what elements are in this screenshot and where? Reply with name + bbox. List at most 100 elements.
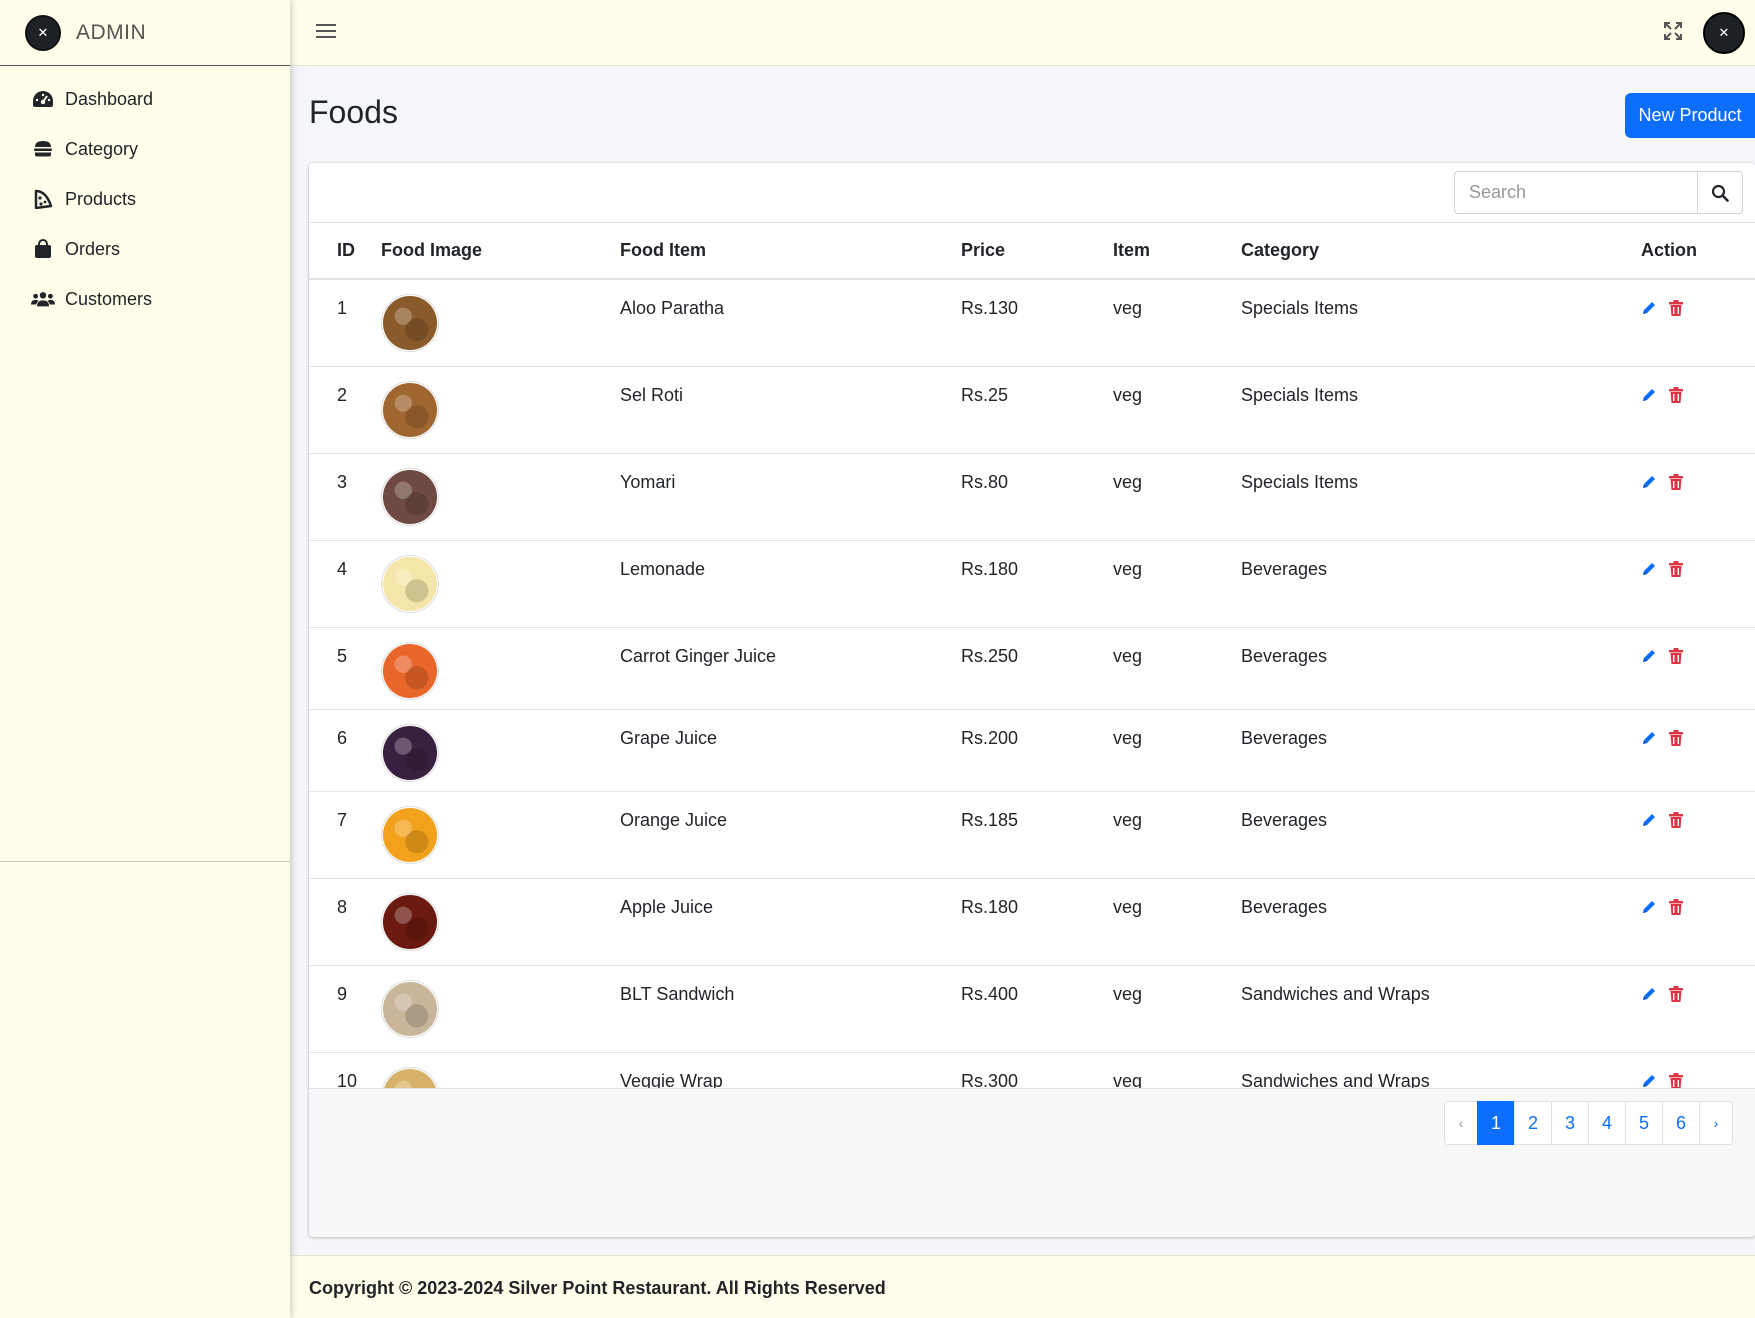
edit-icon[interactable] bbox=[1641, 730, 1657, 746]
sidebar-divider bbox=[0, 861, 290, 862]
pagination-prev[interactable]: ‹ bbox=[1444, 1101, 1478, 1145]
delete-icon[interactable] bbox=[1669, 811, 1685, 828]
cell-category: Beverages bbox=[1241, 626, 1641, 709]
cell-id: 9 bbox=[309, 964, 381, 1052]
food-image bbox=[381, 892, 439, 951]
delete-icon[interactable] bbox=[1669, 898, 1685, 915]
pagination-page[interactable]: 1 bbox=[1477, 1101, 1515, 1145]
brand-link[interactable]: ✕ ADMIN bbox=[0, 0, 290, 66]
cell-food-item: Aloo Paratha bbox=[620, 278, 961, 366]
sidebar-item-customers[interactable]: Customers bbox=[0, 274, 290, 324]
cell-item: veg bbox=[1113, 964, 1241, 1052]
edit-icon[interactable] bbox=[1641, 474, 1657, 490]
menu-toggle-icon[interactable] bbox=[316, 21, 336, 43]
table-header-row: ID Food Image Food Item Price Item Categ… bbox=[309, 223, 1755, 280]
cell-food-item: Yomari bbox=[620, 452, 961, 540]
sidebar-item-label: Category bbox=[65, 138, 139, 159]
sidebar-item-category[interactable]: Category bbox=[0, 124, 290, 174]
sidebar-item-label: Customers bbox=[65, 288, 153, 309]
fullscreen-icon[interactable] bbox=[1663, 21, 1685, 43]
cell-action bbox=[1641, 708, 1755, 791]
top-navbar: ✕ bbox=[290, 0, 1755, 66]
cell-id: 3 bbox=[309, 452, 381, 540]
table-row: 9 BLT Sandwich Rs.400 veg Sandwiches and Wra… bbox=[309, 964, 1755, 1052]
food-image bbox=[381, 805, 439, 864]
cell-id: 1 bbox=[309, 278, 381, 366]
cell-item: veg bbox=[1113, 539, 1241, 627]
cell-image bbox=[381, 452, 620, 540]
cell-action bbox=[1641, 877, 1755, 965]
food-image bbox=[381, 554, 439, 613]
cell-image bbox=[381, 539, 620, 627]
cell-image bbox=[381, 365, 620, 453]
cell-price: Rs.180 bbox=[961, 539, 1113, 627]
edit-icon[interactable] bbox=[1641, 899, 1657, 915]
sidebar-item-orders[interactable]: Orders bbox=[0, 224, 290, 274]
edit-icon[interactable] bbox=[1641, 300, 1657, 316]
cell-image bbox=[381, 790, 620, 878]
pagination-page[interactable]: 3 bbox=[1551, 1101, 1589, 1145]
cell-item: veg bbox=[1113, 452, 1241, 540]
delete-icon[interactable] bbox=[1669, 560, 1685, 577]
pagination-page[interactable]: 4 bbox=[1588, 1101, 1626, 1145]
cell-category: Specials Items bbox=[1241, 452, 1641, 540]
table-row: 5 Carrot Ginger Juice Rs.250 veg Beverages bbox=[309, 626, 1755, 709]
delete-icon[interactable] bbox=[1669, 985, 1685, 1002]
delete-icon[interactable] bbox=[1669, 1072, 1685, 1089]
pagination-page[interactable]: 6 bbox=[1662, 1101, 1700, 1145]
cell-action bbox=[1641, 539, 1755, 627]
card-footer: ‹ 1 2 3 4 5 6 › bbox=[309, 1088, 1755, 1237]
cell-price: Rs.80 bbox=[961, 452, 1113, 540]
delete-icon[interactable] bbox=[1669, 647, 1685, 664]
page-title: Foods bbox=[309, 94, 398, 130]
delete-icon[interactable] bbox=[1669, 729, 1685, 746]
food-image bbox=[381, 467, 439, 526]
search-input[interactable] bbox=[1454, 171, 1697, 214]
col-header-price: Price bbox=[961, 223, 1113, 280]
edit-icon[interactable] bbox=[1641, 561, 1657, 577]
users-icon bbox=[31, 287, 55, 311]
col-header-image: Food Image bbox=[381, 223, 620, 280]
sidebar-nav: Dashboard Category Products Orders Custo… bbox=[0, 66, 290, 324]
edit-icon[interactable] bbox=[1641, 387, 1657, 403]
cell-food-item: Apple Juice bbox=[620, 877, 961, 965]
cell-category: Beverages bbox=[1241, 708, 1641, 791]
edit-icon[interactable] bbox=[1641, 986, 1657, 1002]
cell-image bbox=[381, 964, 620, 1052]
cell-item: veg bbox=[1113, 877, 1241, 965]
food-image bbox=[381, 723, 439, 782]
sidebar-item-dashboard[interactable]: Dashboard bbox=[0, 74, 290, 124]
edit-icon[interactable] bbox=[1641, 648, 1657, 664]
foods-card: ID Food Image Food Item Price Item Categ… bbox=[309, 163, 1755, 1237]
edit-icon[interactable] bbox=[1641, 812, 1657, 828]
dashboard-icon bbox=[31, 87, 55, 111]
delete-icon[interactable] bbox=[1669, 386, 1685, 403]
new-product-button[interactable]: New Product bbox=[1625, 93, 1755, 138]
cell-action bbox=[1641, 964, 1755, 1052]
pagination-page[interactable]: 2 bbox=[1514, 1101, 1552, 1145]
user-avatar[interactable]: ✕ bbox=[1703, 12, 1745, 54]
cell-category: Specials Items bbox=[1241, 278, 1641, 366]
pagination-next[interactable]: › bbox=[1699, 1101, 1733, 1145]
delete-icon[interactable] bbox=[1669, 300, 1685, 316]
pagination-page[interactable]: 5 bbox=[1625, 1101, 1663, 1145]
cell-category: Specials Items bbox=[1241, 365, 1641, 453]
cell-action bbox=[1641, 278, 1755, 366]
card-header bbox=[309, 163, 1755, 223]
cell-item: veg bbox=[1113, 790, 1241, 878]
food-image bbox=[381, 979, 439, 1038]
cell-price: Rs.180 bbox=[961, 877, 1113, 965]
table-row: 1 Aloo Paratha Rs.130 veg Specials Items bbox=[309, 278, 1755, 366]
edit-icon[interactable] bbox=[1641, 1073, 1657, 1089]
cell-id: 6 bbox=[309, 708, 381, 791]
sidebar: ✕ ADMIN Dashboard Category Products Orde… bbox=[0, 0, 290, 1318]
cell-image bbox=[381, 278, 620, 366]
page-footer: Copyright © 2023-2024 Silver Point Resta… bbox=[290, 1255, 1755, 1318]
delete-icon[interactable] bbox=[1669, 473, 1685, 490]
cell-id: 5 bbox=[309, 626, 381, 709]
search-button[interactable] bbox=[1697, 171, 1743, 214]
col-header-id: ID bbox=[309, 223, 381, 280]
table-row: 7 Orange Juice Rs.185 veg Beverages bbox=[309, 790, 1755, 878]
sidebar-item-products[interactable]: Products bbox=[0, 174, 290, 224]
cell-price: Rs.250 bbox=[961, 626, 1113, 709]
